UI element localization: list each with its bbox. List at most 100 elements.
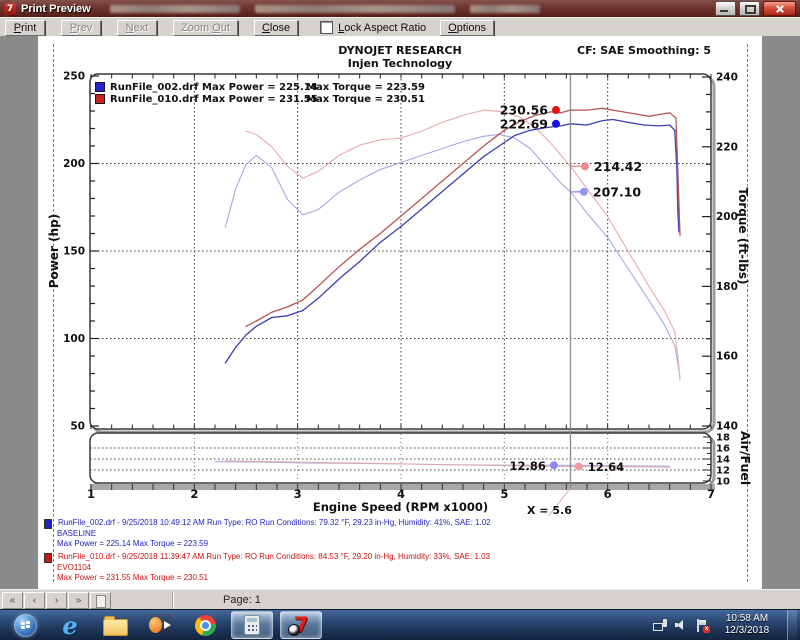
run-info-line2: BASELINE xyxy=(44,529,744,539)
legend-color-swatch xyxy=(95,94,105,104)
svg-text:4: 4 xyxy=(397,487,405,501)
toolbar-items: Print Prev Next Zoom Out Close Lock Aspect Ra… xyxy=(5,20,510,36)
prev-page-button[interactable]: ‹ xyxy=(24,592,45,609)
calculator-icon xyxy=(244,615,260,635)
taskbar-item-media-player[interactable] xyxy=(141,612,179,638)
svg-text:180: 180 xyxy=(716,281,738,293)
restore-icon xyxy=(745,5,756,14)
svg-text:6: 6 xyxy=(604,487,612,501)
svg-text:14: 14 xyxy=(716,455,730,466)
svg-text:207.10: 207.10 xyxy=(593,184,642,199)
toolbar-button-print[interactable]: Print xyxy=(5,20,45,36)
svg-text:214.42: 214.42 xyxy=(594,159,642,174)
run-color-swatch xyxy=(44,553,52,563)
svg-text:12.64: 12.64 xyxy=(588,460,624,474)
lock-aspect-ratio-checkbox[interactable]: Lock Aspect Ratio xyxy=(320,21,426,34)
preview-area: 50100150200250140160180200220240Power (h… xyxy=(0,36,800,590)
svg-text:12: 12 xyxy=(716,466,730,477)
svg-text:230.56: 230.56 xyxy=(500,103,549,118)
svg-text:Torque (ft-lbs): Torque (ft-lbs) xyxy=(736,188,750,285)
taskbar-item-internet-explorer[interactable]: e xyxy=(51,612,89,638)
svg-text:10: 10 xyxy=(716,477,730,488)
taskbar-items: e7 xyxy=(6,611,322,639)
taskbar-item-file-explorer[interactable] xyxy=(96,612,134,638)
svg-text:5: 5 xyxy=(500,487,508,501)
start-orb-icon xyxy=(14,614,37,637)
legend-row: RunFile_002.drf Max Power = 225.14Max To… xyxy=(95,81,425,93)
correction-factor-note: CF: SAE Smoothing: 5 xyxy=(577,44,711,57)
svg-text:140: 140 xyxy=(716,421,738,433)
first-page-button[interactable]: « xyxy=(2,592,23,609)
close-window-button[interactable] xyxy=(763,1,796,16)
run-info-line1: RunFile_010.drf - 9/25/2018 11:39:47 AM … xyxy=(44,552,744,563)
show-desktop-button[interactable] xyxy=(787,610,797,640)
folder-icon xyxy=(103,619,128,636)
minimize-icon xyxy=(720,10,728,12)
toolbar-button-options[interactable]: Options xyxy=(440,20,494,36)
chart-legend: RunFile_002.drf Max Power = 225.14Max To… xyxy=(95,81,425,105)
toolbar-button-zoom-out[interactable]: Zoom Out xyxy=(173,20,238,36)
toolbar-button-next[interactable]: Next xyxy=(117,20,157,36)
app-icon: 7 xyxy=(4,3,16,15)
legend-torque: Max Torque = 223.59 xyxy=(306,82,425,93)
run-info-line1: RunFile_002.drf - 9/25/2018 10:49:12 AM … xyxy=(44,518,744,529)
svg-text:3: 3 xyxy=(294,487,302,501)
svg-text:Air/Fuel: Air/Fuel xyxy=(738,431,753,485)
svg-text:200: 200 xyxy=(63,158,85,170)
minimize-button[interactable] xyxy=(715,1,736,16)
run-info-line2: EVO1104 xyxy=(44,563,744,573)
svg-text:240: 240 xyxy=(716,72,738,84)
page-number-label: Page: 1 xyxy=(223,594,261,606)
svg-text:7: 7 xyxy=(707,487,715,501)
svg-text:200: 200 xyxy=(716,211,738,223)
svg-text:Engine Speed (RPM x1000): Engine Speed (RPM x1000) xyxy=(313,500,488,514)
svg-text:1: 1 xyxy=(87,487,95,501)
redacted-title-text xyxy=(110,5,240,13)
svg-text:50: 50 xyxy=(70,421,85,433)
run-info-block: RunFile_002.drf - 9/25/2018 10:49:12 AM … xyxy=(44,518,744,549)
winpep7-icon: 7 xyxy=(294,615,309,636)
taskbar-item-start[interactable] xyxy=(6,612,44,638)
page-nav-bar: «‹›» Page: 1 xyxy=(0,589,800,610)
internet-explorer-icon: e xyxy=(62,611,77,640)
system-tray: x 10:58 AM 12/3/2018 xyxy=(653,610,800,640)
run-info-line3: Max Power = 231.55 Max Torque = 230.51 xyxy=(44,573,744,583)
network-icon[interactable] xyxy=(653,619,667,631)
svg-text:2: 2 xyxy=(190,487,198,501)
svg-text:18: 18 xyxy=(716,433,730,444)
print-preview-window: 7 Print Preview Print Prev Next Zoom Out Clo… xyxy=(0,0,800,640)
toolbar-button-close[interactable]: Close xyxy=(254,20,298,36)
page-icon xyxy=(96,595,106,608)
svg-text:100: 100 xyxy=(63,333,85,345)
clock-time: 10:58 AM xyxy=(721,613,773,625)
last-page-button[interactable]: » xyxy=(68,592,89,609)
svg-text:222.69: 222.69 xyxy=(500,116,548,131)
clock-date: 12/3/2018 xyxy=(721,625,773,637)
restore-button[interactable] xyxy=(739,1,760,16)
pager-divider xyxy=(172,591,173,609)
svg-text:12.86: 12.86 xyxy=(510,459,546,473)
taskbar-clock[interactable]: 10:58 AM 12/3/2018 xyxy=(721,613,773,637)
next-page-button[interactable]: › xyxy=(46,592,67,609)
action-center-icon[interactable]: x xyxy=(696,619,709,632)
report-page: 50100150200250140160180200220240Power (h… xyxy=(38,36,762,590)
legend-torque: Max Torque = 230.51 xyxy=(306,94,425,105)
dyno-chart: 50100150200250140160180200220240Power (h… xyxy=(38,36,762,590)
run-info-line3: Max Power = 225.14 Max Torque = 223.59 xyxy=(44,539,744,549)
taskbar-item-calculator[interactable] xyxy=(231,611,273,639)
volume-icon[interactable] xyxy=(675,619,688,631)
toolbar: Print Prev Next Zoom Out Close Lock Aspect Ra… xyxy=(0,17,800,38)
page-icon-button[interactable] xyxy=(90,592,111,609)
svg-text:150: 150 xyxy=(63,246,85,258)
toolbar-button-prev[interactable]: Prev xyxy=(61,20,101,36)
taskbar-item-chrome[interactable] xyxy=(186,612,224,638)
title-bar[interactable]: 7 Print Preview xyxy=(0,0,800,17)
pager-buttons: «‹›» xyxy=(2,592,112,609)
svg-text:Power (hp): Power (hp) xyxy=(47,214,61,288)
svg-text:16: 16 xyxy=(716,444,730,455)
taskbar-item-winpep7[interactable]: 7 xyxy=(280,611,322,639)
chrome-icon xyxy=(195,615,216,636)
window-title: Print Preview xyxy=(21,3,91,15)
report-company: Injen Technology xyxy=(38,57,762,70)
checkbox-box[interactable] xyxy=(320,21,333,34)
